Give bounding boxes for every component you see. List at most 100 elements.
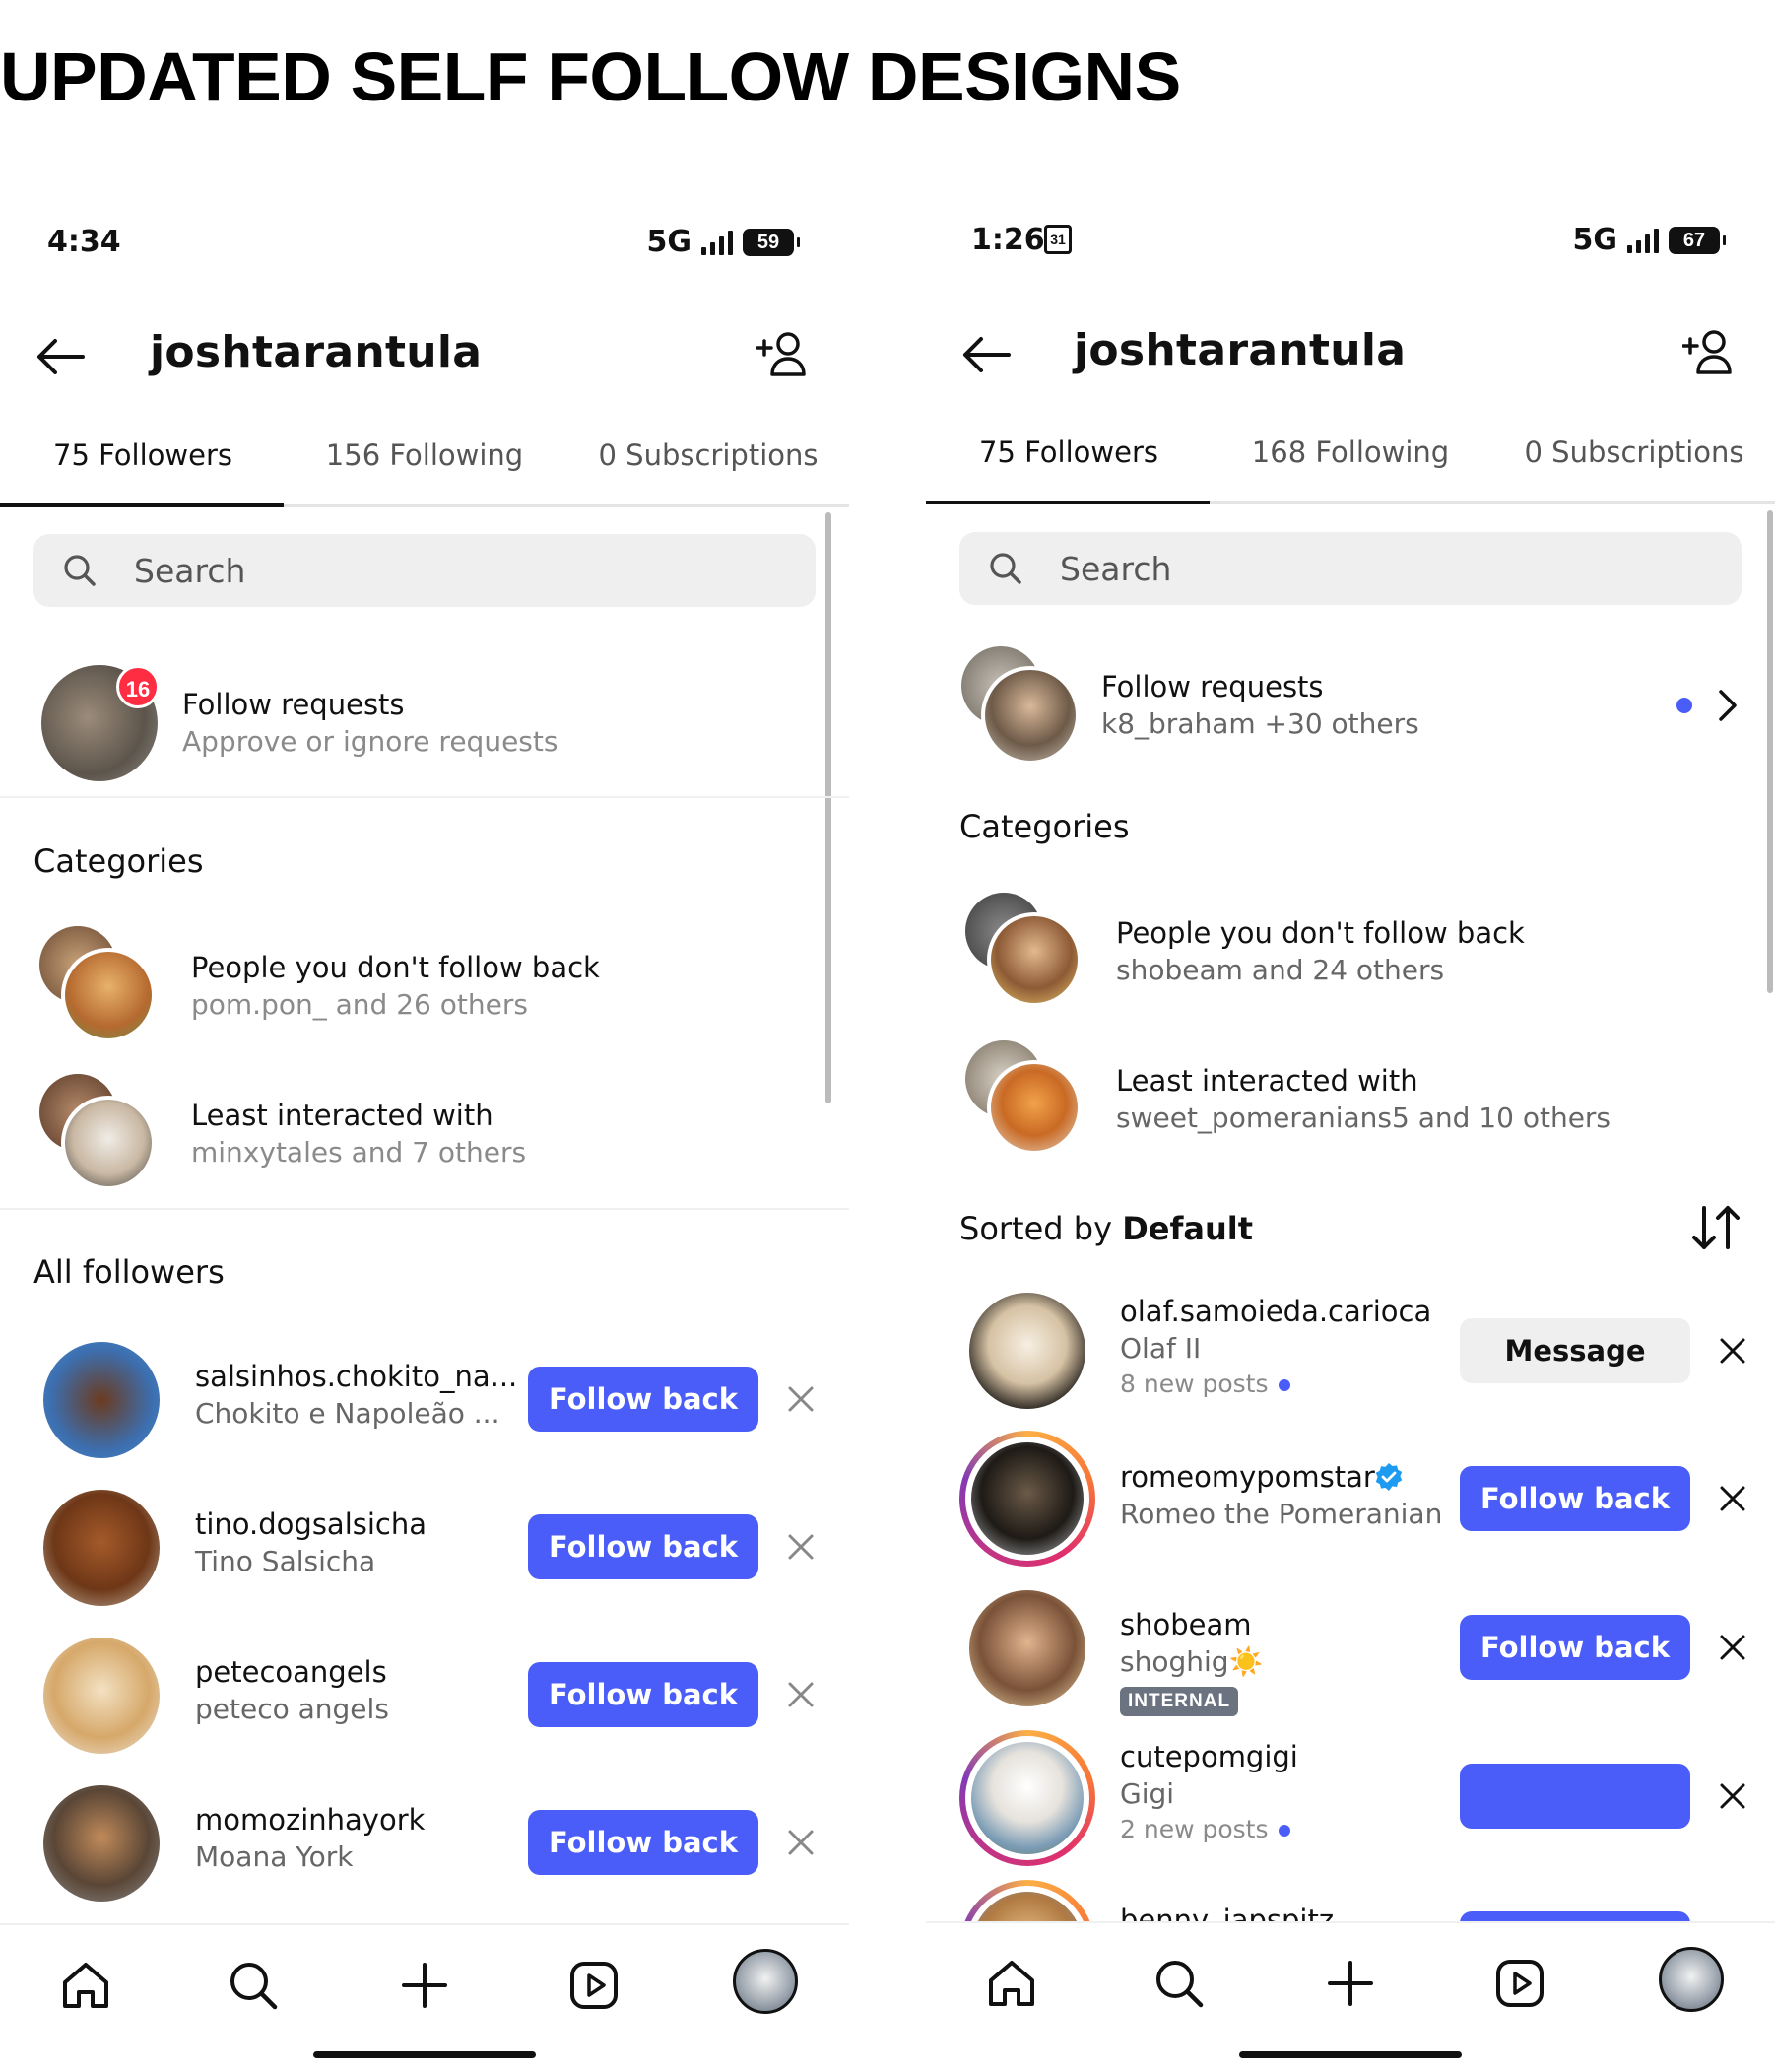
- home-icon[interactable]: [983, 1955, 1040, 2012]
- status-bar: 1:26 31 5G 67: [926, 223, 1775, 274]
- follower-avatar: [43, 1342, 160, 1458]
- search-icon[interactable]: [225, 1957, 282, 2014]
- profile-avatar[interactable]: [733, 1949, 798, 2014]
- unread-dot: [1676, 698, 1692, 713]
- add-person-icon[interactable]: [756, 329, 810, 378]
- reels-icon[interactable]: [565, 1957, 623, 2014]
- bottom-nav: [0, 1923, 849, 2072]
- profile-username: joshtarantula: [1074, 325, 1407, 375]
- signal-icon: [701, 230, 733, 255]
- follow-back-button[interactable]: Follow back: [528, 1514, 758, 1579]
- follower-username: tino.dogsalsicha: [195, 1507, 427, 1541]
- search-icon: [990, 553, 1021, 584]
- remove-follower-icon[interactable]: [1716, 1334, 1749, 1368]
- create-plus-icon[interactable]: [396, 1957, 453, 2014]
- tab-following[interactable]: 156 Following: [284, 438, 565, 472]
- tab-followers[interactable]: 75 Followers: [2, 438, 284, 472]
- internal-tag: INTERNAL: [1120, 1687, 1239, 1716]
- remove-follower-icon[interactable]: [1716, 1482, 1749, 1515]
- follow-requests-title: Follow requests: [182, 688, 405, 721]
- bottom-nav: [926, 1921, 1775, 2070]
- follow-back-button[interactable]: Follow back: [528, 1367, 758, 1432]
- search-input[interactable]: Search: [959, 532, 1742, 605]
- category-avatar-front: [61, 1096, 156, 1190]
- tab-followers[interactable]: 75 Followers: [928, 435, 1210, 469]
- home-indicator: [313, 2051, 536, 2058]
- tab-following[interactable]: 168 Following: [1210, 435, 1491, 469]
- chevron-right-icon: [1719, 690, 1737, 721]
- remove-follower-icon[interactable]: [784, 1826, 818, 1859]
- back-arrow-icon[interactable]: [33, 337, 85, 376]
- follow-back-button[interactable]: Follow back: [528, 1810, 758, 1875]
- remove-follower-icon[interactable]: [784, 1678, 818, 1711]
- category-subtitle: pom.pon_ and 26 others: [191, 988, 528, 1021]
- follower-name: Olaf II: [1120, 1332, 1202, 1365]
- tab-subscriptions[interactable]: 0 Subscriptions: [567, 438, 849, 472]
- battery-icon: 67: [1669, 226, 1726, 254]
- follower-avatar: [969, 1590, 1085, 1706]
- category-title: Least interacted with: [191, 1099, 493, 1132]
- status-bar: 4:34 5G 59: [0, 225, 849, 274]
- follower-name: Romeo the Pomeranian: [1120, 1498, 1443, 1530]
- follow-requests-subtitle: Approve or ignore requests: [182, 725, 559, 758]
- remove-follower-icon[interactable]: [784, 1530, 818, 1564]
- follower-name: shoghig☀️: [1120, 1645, 1264, 1678]
- category-title: Least interacted with: [1116, 1064, 1418, 1098]
- search-input[interactable]: Search: [33, 534, 816, 607]
- status-time: 4:34: [47, 225, 121, 259]
- reels-icon[interactable]: [1491, 1955, 1548, 2012]
- add-person-icon[interactable]: [1682, 327, 1736, 376]
- follower-username: shobeam: [1120, 1608, 1252, 1641]
- scrollbar[interactable]: [825, 512, 831, 1103]
- search-placeholder: Search: [1060, 550, 1172, 588]
- follower-username: cutepomgigi: [1120, 1740, 1298, 1773]
- active-tab-indicator: [0, 503, 284, 507]
- profile-header: joshtarantula: [926, 313, 1775, 392]
- follow-tabs: 75 Followers 156 Following 0 Subscriptio…: [0, 419, 849, 507]
- calendar-icon: 31: [1044, 225, 1072, 254]
- search-icon[interactable]: [1150, 1955, 1208, 2012]
- follow-back-button[interactable]: Follow back: [1460, 1466, 1690, 1531]
- profile-header: joshtarantula: [0, 315, 849, 394]
- back-arrow-icon[interactable]: [959, 335, 1011, 374]
- category-title: People you don't follow back: [191, 951, 600, 984]
- category-subtitle: minxytales and 7 others: [191, 1136, 527, 1169]
- network-label: 5G: [1572, 223, 1618, 257]
- follow-requests-subtitle: k8_braham +30 others: [1101, 707, 1419, 740]
- home-icon[interactable]: [57, 1957, 114, 2014]
- follower-username: romeomypomstar: [1120, 1460, 1375, 1494]
- divider: [0, 796, 849, 798]
- remove-follower-icon[interactable]: [1716, 1779, 1749, 1813]
- follower-username: olaf.samoieda.carioca: [1120, 1295, 1432, 1328]
- follow-back-button[interactable]: Follow back: [528, 1662, 758, 1727]
- network-label: 5G: [646, 225, 692, 259]
- follow-back-button[interactable]: [1460, 1764, 1690, 1829]
- new-posts-label: 8 new posts: [1120, 1370, 1290, 1398]
- battery-icon: 59: [743, 228, 800, 256]
- active-tab-indicator: [926, 501, 1210, 504]
- new-posts-dot: [1278, 1825, 1290, 1837]
- follower-avatar: [43, 1785, 160, 1902]
- profile-avatar[interactable]: [1659, 1947, 1724, 2012]
- sort-prefix: Sorted by: [959, 1210, 1123, 1247]
- sort-arrows-icon[interactable]: [1690, 1204, 1742, 1251]
- requests-count-badge: 16: [116, 665, 160, 708]
- phone-screen-left: 4:34 5G 59 joshtarantula 75 Followers 15…: [0, 197, 849, 2072]
- search-icon: [64, 555, 96, 586]
- scrollbar[interactable]: [1767, 510, 1773, 993]
- follower-username: momozinhayork: [195, 1803, 426, 1837]
- new-posts-dot: [1278, 1379, 1290, 1391]
- phone-screen-right: 1:26 31 5G 67 joshtarantula 75 Followers…: [926, 197, 1775, 2072]
- tab-subscriptions[interactable]: 0 Subscriptions: [1493, 435, 1775, 469]
- status-time: 1:26: [971, 223, 1045, 257]
- message-button[interactable]: Message: [1460, 1318, 1690, 1383]
- follower-name: peteco angels: [195, 1693, 389, 1725]
- category-avatar-front: [61, 948, 156, 1042]
- remove-follower-icon[interactable]: [1716, 1631, 1749, 1664]
- follow-back-button[interactable]: Follow back: [1460, 1615, 1690, 1680]
- categories-heading: Categories: [959, 808, 1130, 845]
- sort-value: Default: [1122, 1210, 1254, 1247]
- create-plus-icon[interactable]: [1322, 1955, 1379, 2012]
- follower-username: salsinhos.chokito_na...: [195, 1360, 518, 1393]
- remove-follower-icon[interactable]: [784, 1382, 818, 1416]
